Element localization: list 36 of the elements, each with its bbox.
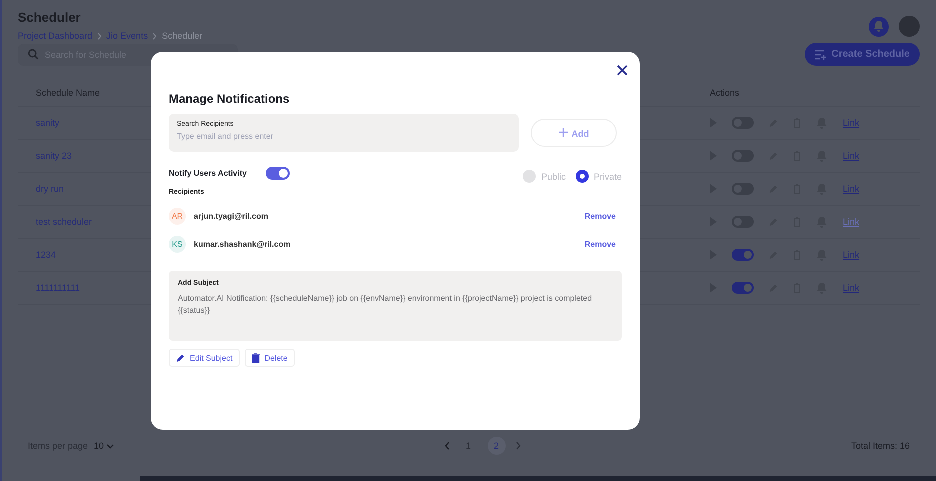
toggle-switch[interactable] [732,249,754,261]
remove-link[interactable]: Remove [584,212,616,220]
recipient-input[interactable]: Type email and press enter [177,132,511,141]
notify-label: Notify Users Activity [169,169,248,178]
total-items: Total Items: 16 [851,441,910,451]
toggle-switch[interactable] [732,282,754,294]
chevron-right-icon [98,32,102,40]
trash-icon [252,353,260,363]
chevron-right-icon[interactable] [516,442,521,450]
pencil-icon [176,354,185,362]
add-list-icon [814,50,827,60]
chevron-left-icon[interactable] [444,442,450,450]
visibility-radio[interactable]: Public [523,170,566,183]
chevron-down-icon [106,444,114,449]
notify-toggle[interactable] [266,167,290,180]
create-schedule-button[interactable]: Create Schedule [804,43,920,66]
visibility-radio[interactable]: Private [576,170,622,183]
search-icon [28,49,39,60]
edit-subject-button[interactable]: Edit Subject [169,349,240,367]
breadcrumb-link[interactable]: Scheduler [162,31,203,41]
close-button[interactable] [617,64,628,78]
recipient-email: kumar.shashank@ril.com [194,240,292,248]
initials-avatar: AR [169,208,186,224]
page-title: Scheduler [18,10,82,25]
bell-icon[interactable] [873,20,885,33]
items-per-page-select[interactable]: 10 [94,441,114,451]
add-button[interactable]: Add [531,119,617,147]
recipient-email: arjun.tyagi@ril.com [194,212,270,220]
plus-icon [558,128,568,136]
avatar-photo-placeholder[interactable] [899,16,920,37]
notification-button[interactable] [869,16,889,36]
delete-button[interactable]: Delete [244,349,295,367]
chevron-right-icon [153,32,158,40]
dialog-title: Manage Notifications [169,92,291,106]
remove-link[interactable]: Remove [584,240,616,248]
initials-avatar: KS [169,236,186,252]
